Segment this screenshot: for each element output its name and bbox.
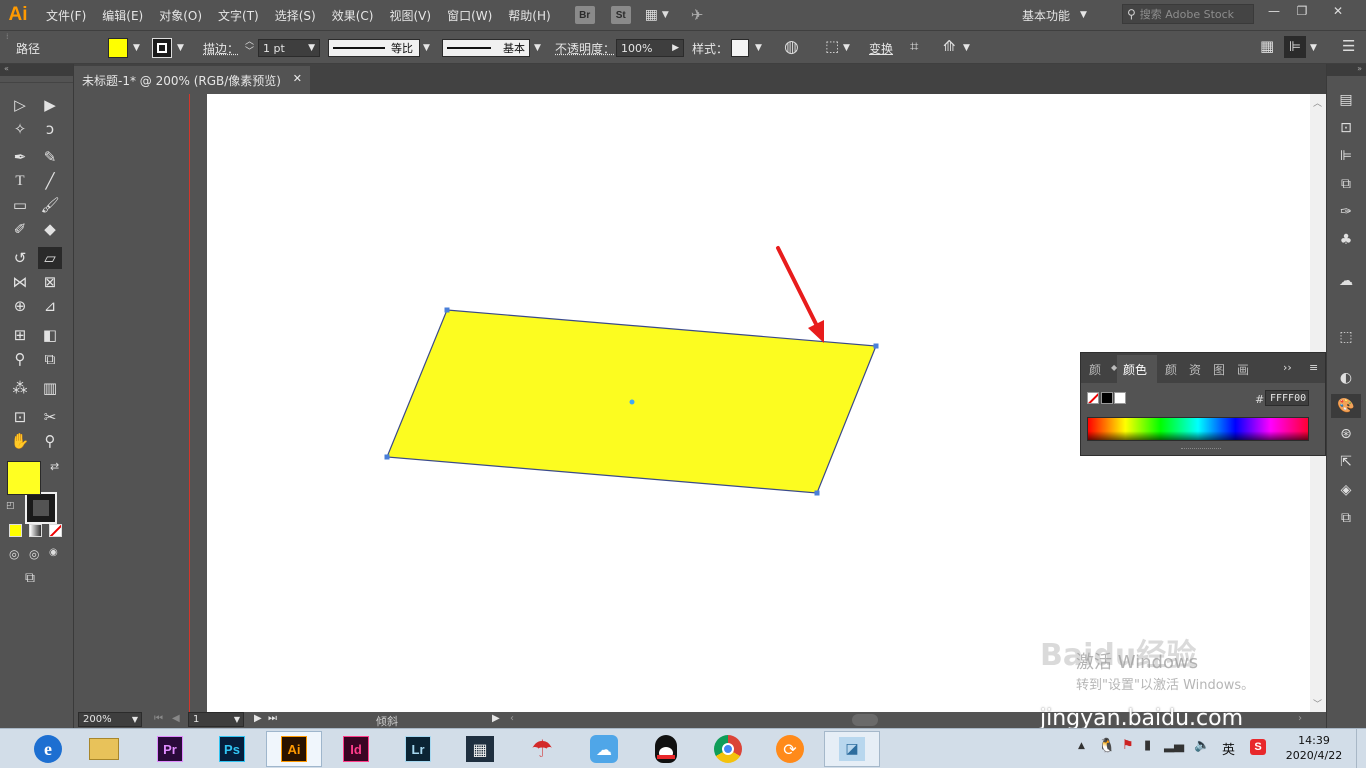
battery-tray-icon[interactable]: ▮ <box>1144 738 1151 753</box>
tab-artboards[interactable]: 画 <box>1237 361 1249 378</box>
scroll-left-icon[interactable]: ‹ <box>510 713 514 724</box>
illustrator-icon: Ai <box>281 736 307 762</box>
artboard-number-field[interactable]: 1 ▼ <box>188 712 244 727</box>
photoshop-icon: Ps <box>219 736 245 762</box>
show-hidden-icons-icon[interactable]: ▲ <box>1078 741 1085 751</box>
expand-arrows-icon[interactable]: » <box>1327 64 1366 76</box>
hex-prefix: # <box>1255 393 1265 406</box>
chevron-down-icon: ▼ <box>233 715 240 724</box>
align-icon[interactable]: ⊫ <box>1336 146 1356 166</box>
color-spectrum[interactable] <box>1087 417 1309 441</box>
anchor-point[interactable] <box>873 343 879 349</box>
notes-icon: ◪ <box>839 737 865 761</box>
tab-layers[interactable]: 图 <box>1213 361 1225 378</box>
anchor-point[interactable] <box>384 454 390 460</box>
premiere-icon: Pr <box>157 736 183 762</box>
none-swatch[interactable] <box>1087 392 1099 404</box>
chevron-down-icon: ▼ <box>131 715 138 724</box>
network-tray-icon[interactable]: ▂▄ <box>1164 738 1184 753</box>
asset-export-icon[interactable]: ⧉ <box>1336 508 1356 528</box>
ie-icon: e <box>34 735 62 763</box>
hex-value: FFFF00 <box>1270 392 1307 404</box>
tab-color-truncated[interactable]: 颜 <box>1089 361 1101 378</box>
taskbar-app-ie[interactable]: e <box>24 732 72 766</box>
layers-icon[interactable]: ◈ <box>1336 480 1356 500</box>
qq-tray-icon[interactable]: 🐧 <box>1098 738 1115 754</box>
status-menu-icon[interactable]: ▶ <box>492 713 500 724</box>
transform-icon[interactable]: ⬚ <box>1336 327 1356 347</box>
current-tool-label: 倾斜 <box>376 715 398 728</box>
panel-expand-icon[interactable]: ›› <box>1283 361 1292 374</box>
last-artboard-icon[interactable]: ⏭ <box>268 713 277 724</box>
next-artboard-icon[interactable]: ▶ <box>254 713 262 724</box>
taskbar-app-lightroom[interactable]: Lr <box>394 732 442 766</box>
indesign-icon: Id <box>343 736 369 762</box>
umbrella-icon: ☂ <box>531 735 553 763</box>
taskbar-app-explorer[interactable] <box>80 732 128 766</box>
taskbar-app-cat[interactable]: ☁ <box>580 732 628 766</box>
clock-date: 2020/4/22 <box>1285 749 1343 762</box>
zoom-field[interactable]: 200% ▼ <box>78 712 142 727</box>
taskbar-app-photoshop[interactable]: Ps <box>208 732 256 766</box>
tab-color-guide[interactable]: 颜 <box>1165 361 1177 378</box>
sogou-ime-icon[interactable]: S <box>1250 739 1266 755</box>
color-guide-icon[interactable]: ⊛ <box>1336 424 1356 444</box>
qq-penguin-icon <box>655 735 677 763</box>
black-swatch[interactable] <box>1101 392 1113 404</box>
taskbar-app-umbrella[interactable]: ☂ <box>518 732 566 766</box>
zoom-value: 200% <box>83 714 112 725</box>
tab-color-label: 颜色 <box>1123 363 1148 377</box>
artboard-number: 1 <box>193 714 200 725</box>
libraries-icon[interactable]: ☁ <box>1336 271 1356 291</box>
volume-tray-icon[interactable]: 🔈 <box>1194 738 1210 753</box>
taskbar-app-indesign[interactable]: Id <box>332 732 380 766</box>
film-icon: ▦ <box>466 736 494 762</box>
gradient-panel-icon[interactable]: ◐ <box>1336 368 1356 388</box>
previous-artboard-icon[interactable]: ◀ <box>172 713 180 724</box>
taskbar-app-orange[interactable]: ⟳ <box>766 732 814 766</box>
taskbar-app-notes[interactable]: ◪ <box>824 731 880 767</box>
first-artboard-icon[interactable]: ⏮ <box>154 713 163 724</box>
taskbar-app-qq[interactable] <box>642 732 690 766</box>
brushes-icon[interactable]: ✑ <box>1336 202 1356 222</box>
annotation-arrow <box>776 246 820 330</box>
panel-menu-icon[interactable]: ≡ <box>1309 361 1318 374</box>
refresh-app-icon: ⟳ <box>776 735 804 763</box>
pathfinder-icon[interactable]: ⧉ <box>1336 174 1356 194</box>
taskbar-clock[interactable]: 14:39 2020/4/22 <box>1284 733 1344 767</box>
scroll-down-icon[interactable]: ﹀ <box>1313 697 1322 710</box>
chrome-icon <box>714 735 742 763</box>
anchor-point[interactable] <box>814 490 820 496</box>
show-desktop-button[interactable] <box>1356 729 1366 768</box>
white-swatch[interactable] <box>1114 392 1126 404</box>
lightroom-icon: Lr <box>405 736 431 762</box>
properties-icon[interactable]: ▤ <box>1336 90 1356 110</box>
taskbar-app-video[interactable]: ▦ <box>456 732 504 766</box>
horizontal-scroll-thumb[interactable] <box>852 714 878 726</box>
color-panel-icon[interactable]: 🎨 <box>1331 394 1361 418</box>
scroll-right-icon[interactable]: › <box>1298 713 1302 724</box>
tab-assets[interactable]: 资 <box>1189 361 1201 378</box>
activate-windows-subtitle: 转到"设置"以激活 Windows。 <box>1076 678 1255 693</box>
windows-taskbar: e Pr Ps Ai Id Lr ▦ ☂ ☁ ⟳ ◪ ▲ 🐧 ⚑ ▮ ▂▄ 🔈 … <box>0 728 1366 768</box>
clock-time: 14:39 <box>1298 734 1330 747</box>
taskbar-app-chrome[interactable] <box>704 732 752 766</box>
folder-icon <box>89 738 119 760</box>
cat-icon: ☁ <box>590 735 618 763</box>
center-point <box>629 399 635 405</box>
color-panel: 颜 ◆ 颜色 颜 资 图 画 ›› ≡ # FFFF00 <box>1080 352 1326 456</box>
anchor-point[interactable] <box>444 307 450 313</box>
baidu-jingyan-logo: Baidu经验 <box>1040 638 1197 673</box>
taskbar-app-illustrator[interactable]: Ai <box>266 731 322 767</box>
export-icon[interactable]: ⇱ <box>1336 452 1356 472</box>
scroll-up-icon[interactable]: ︿ <box>1313 96 1322 109</box>
flag-tray-icon[interactable]: ⚑ <box>1122 738 1134 753</box>
resize-grip[interactable] <box>1181 448 1221 452</box>
taskbar-app-premiere[interactable]: Pr <box>146 732 194 766</box>
input-language-indicator[interactable]: 英 <box>1222 739 1235 758</box>
symbols-icon[interactable]: ♣ <box>1336 230 1356 250</box>
hex-input[interactable]: FFFF00 <box>1265 390 1309 406</box>
artboards-icon[interactable]: ⊡ <box>1336 118 1356 138</box>
